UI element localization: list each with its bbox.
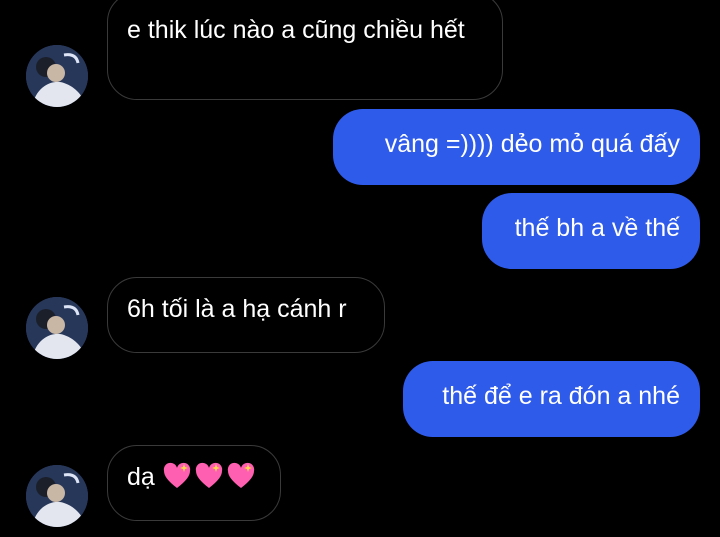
avatar-photo-icon: [26, 297, 88, 359]
message-text: thế bh a về thế: [514, 214, 680, 242]
sparkling-heart-icon: [227, 462, 254, 488]
message-text: 6h tối là a hạ cánh r: [127, 295, 347, 323]
message-text: e thik lúc nào a cũng chiều hết: [127, 16, 465, 44]
message-text: dạ: [127, 463, 155, 491]
message-text: vâng =)))) dẻo mỏ quá đấy: [384, 130, 680, 158]
message-bubble-incoming[interactable]: 6h tối là a hạ cánh r: [107, 277, 385, 353]
message-bubble-outgoing[interactable]: vâng =)))) dẻo mỏ quá đấy: [333, 109, 700, 185]
sparkling-heart-icon: [195, 462, 222, 488]
message-text: thế để e ra đón a nhé: [442, 382, 680, 410]
sparkling-heart-icon: [163, 462, 190, 488]
message-bubble-incoming[interactable]: e thik lúc nào a cũng chiều hết: [107, 0, 503, 100]
avatar-photo-icon: [26, 465, 88, 527]
contact-avatar[interactable]: [26, 465, 88, 527]
contact-avatar[interactable]: [26, 297, 88, 359]
message-bubble-outgoing[interactable]: thế bh a về thế: [482, 193, 700, 269]
message-bubble-incoming[interactable]: dạ: [107, 445, 281, 521]
message-bubble-outgoing[interactable]: thế để e ra đón a nhé: [403, 361, 700, 437]
contact-avatar[interactable]: [26, 45, 88, 107]
avatar-photo-icon: [26, 45, 88, 107]
